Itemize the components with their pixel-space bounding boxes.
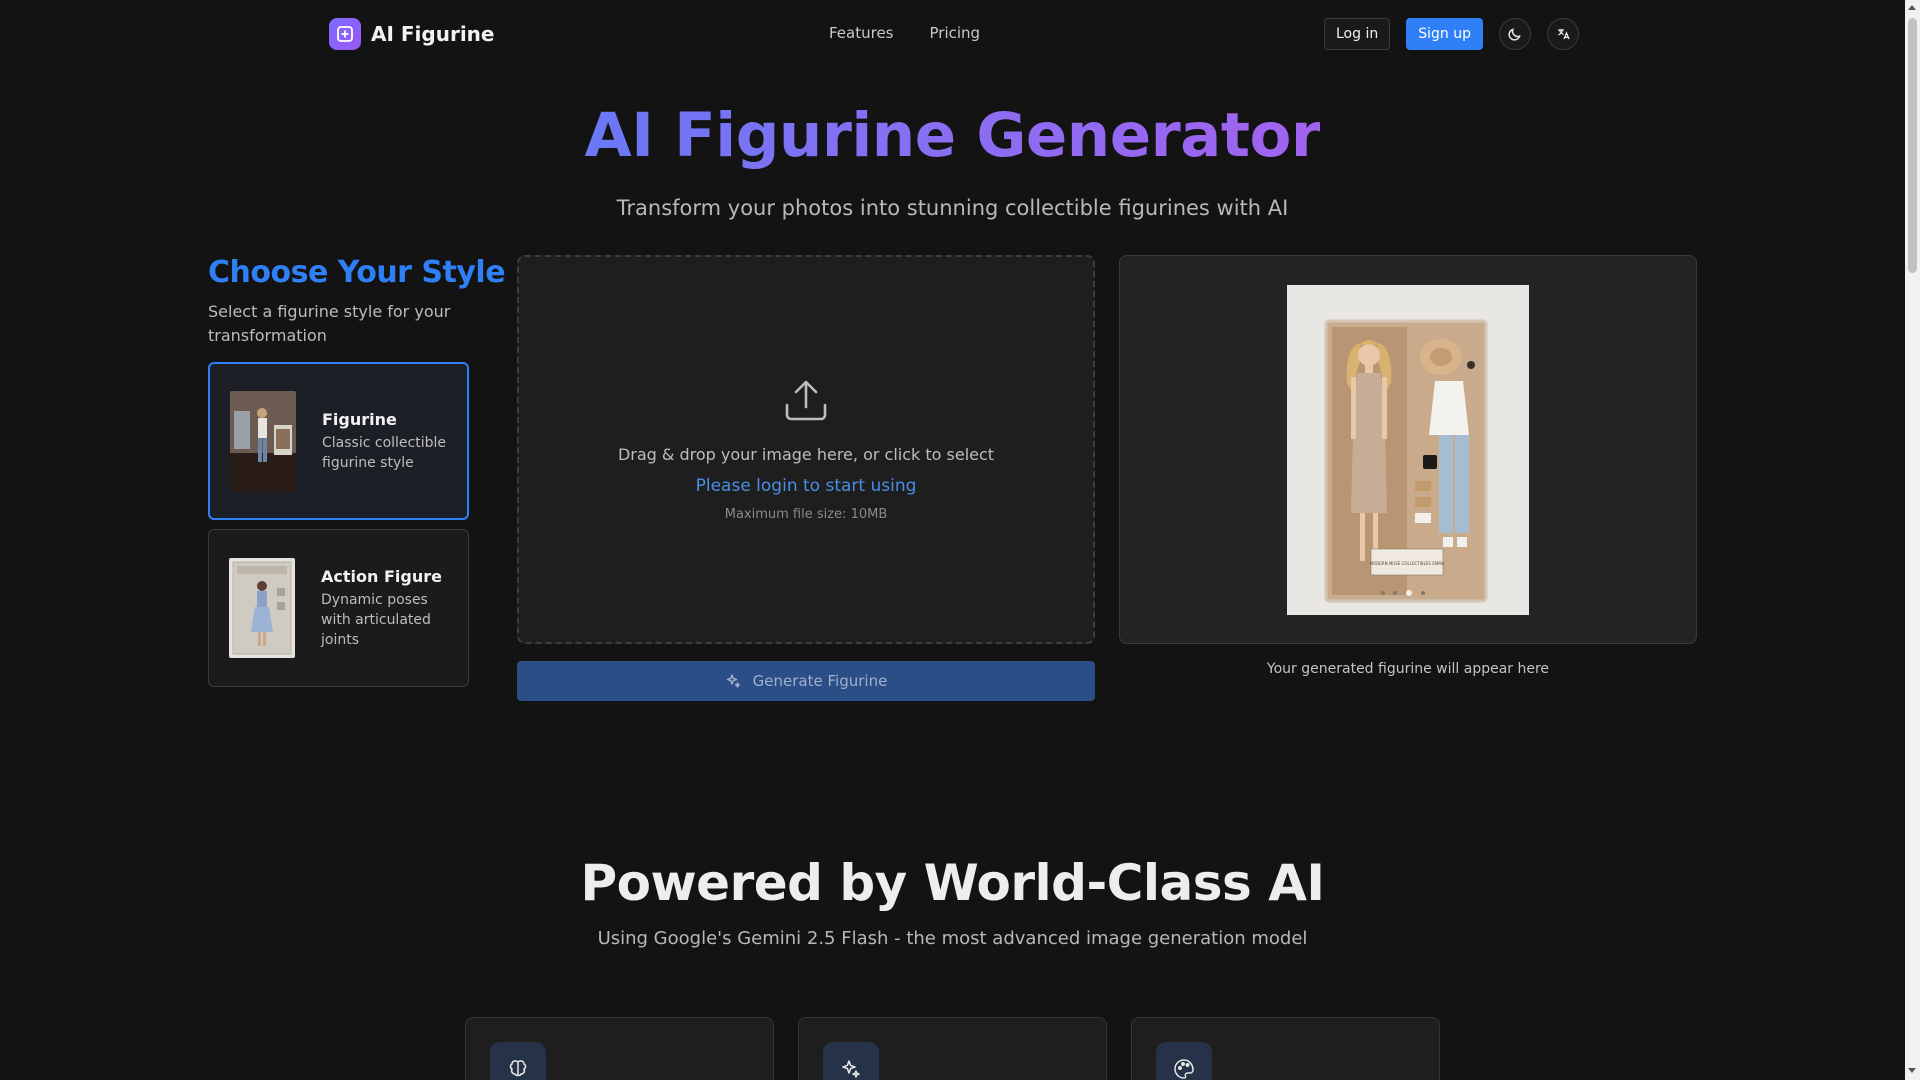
scroll-down-arrow-icon[interactable]: [1908, 1068, 1916, 1073]
hero-title: AI Figurine Generator: [584, 100, 1321, 171]
generate-figurine-button[interactable]: Generate Figurine: [517, 661, 1095, 701]
login-button[interactable]: Log in: [1324, 18, 1391, 50]
nav-features[interactable]: Features: [829, 24, 894, 42]
sparkles-icon: [726, 674, 740, 688]
style-name: Figurine: [322, 409, 397, 429]
brand-logo-icon: [329, 18, 361, 50]
style-section-subtitle: Select a figurine style for your transfo…: [208, 302, 451, 345]
feature-card-ai-model: [465, 1017, 774, 1080]
style-card-action-figure[interactable]: Action Figure Dynamic poses with articul…: [208, 529, 469, 687]
sample-figurine-image: MODERN MUSE COLLECTIBLES EMMA: [1287, 285, 1529, 615]
style-name: Action Figure: [321, 566, 442, 586]
style-description: Dynamic poses with articulated joints: [321, 591, 431, 648]
style-card-text: Figurine Classic collectible figurine st…: [322, 410, 462, 473]
preview-panel: MODERN MUSE COLLECTIBLES EMMA: [1119, 255, 1697, 644]
header-actions: Log in Sign up: [1324, 18, 1579, 50]
main-nav: Features Pricing: [829, 24, 980, 42]
style-card-text: Action Figure Dynamic poses with articul…: [321, 567, 461, 650]
upload-prompt: Drag & drop your image here, or click to…: [617, 445, 995, 464]
login-link[interactable]: Please login to start using: [519, 476, 1093, 496]
palette-icon: [1156, 1042, 1212, 1080]
action-figure-thumbnail: [229, 558, 295, 658]
theme-toggle-button[interactable]: [1498, 18, 1531, 50]
style-description: Classic collectible figurine style: [322, 434, 446, 471]
nav-pricing[interactable]: Pricing: [930, 24, 981, 42]
sparkles-icon: [823, 1042, 879, 1080]
powered-title: Powered by World-Class AI: [580, 854, 1325, 912]
translate-icon: [1557, 29, 1570, 40]
scroll-up-arrow-icon[interactable]: [1908, 5, 1916, 10]
style-section-title: Choose Your Style: [208, 255, 506, 290]
preview-caption: Your generated figurine will appear here: [1266, 661, 1550, 677]
scroll-thumb[interactable]: [1908, 18, 1917, 273]
max-file-size: Maximum file size: 10MB: [724, 507, 888, 522]
style-card-figurine[interactable]: Figurine Classic collectible figurine st…: [208, 362, 469, 520]
powered-subtitle: Using Google's Gemini 2.5 Flash - the mo…: [597, 928, 1308, 949]
upload-dropzone[interactable]: Drag & drop your image here, or click to…: [517, 255, 1095, 644]
brand[interactable]: AI Figurine: [329, 18, 494, 50]
feature-card-quality: [798, 1017, 1107, 1080]
brain-icon: [490, 1042, 546, 1080]
box-label: MODERN MUSE COLLECTIBLES EMMA: [1370, 561, 1445, 566]
figurine-thumbnail: [230, 391, 296, 491]
language-button[interactable]: [1546, 18, 1579, 50]
feature-card-styles: [1131, 1017, 1440, 1080]
generate-label: Generate Figurine: [752, 672, 888, 690]
brand-name: AI Figurine: [371, 22, 495, 46]
header: AI Figurine Features Pricing Log in Sign…: [0, 0, 1905, 68]
moon-icon: [1508, 28, 1521, 41]
signup-button[interactable]: Sign up: [1406, 18, 1483, 50]
upload-icon: [785, 380, 827, 421]
page-scrollbar[interactable]: [1905, 0, 1920, 1080]
hero-subtitle: Transform your photos into stunning coll…: [616, 196, 1289, 220]
